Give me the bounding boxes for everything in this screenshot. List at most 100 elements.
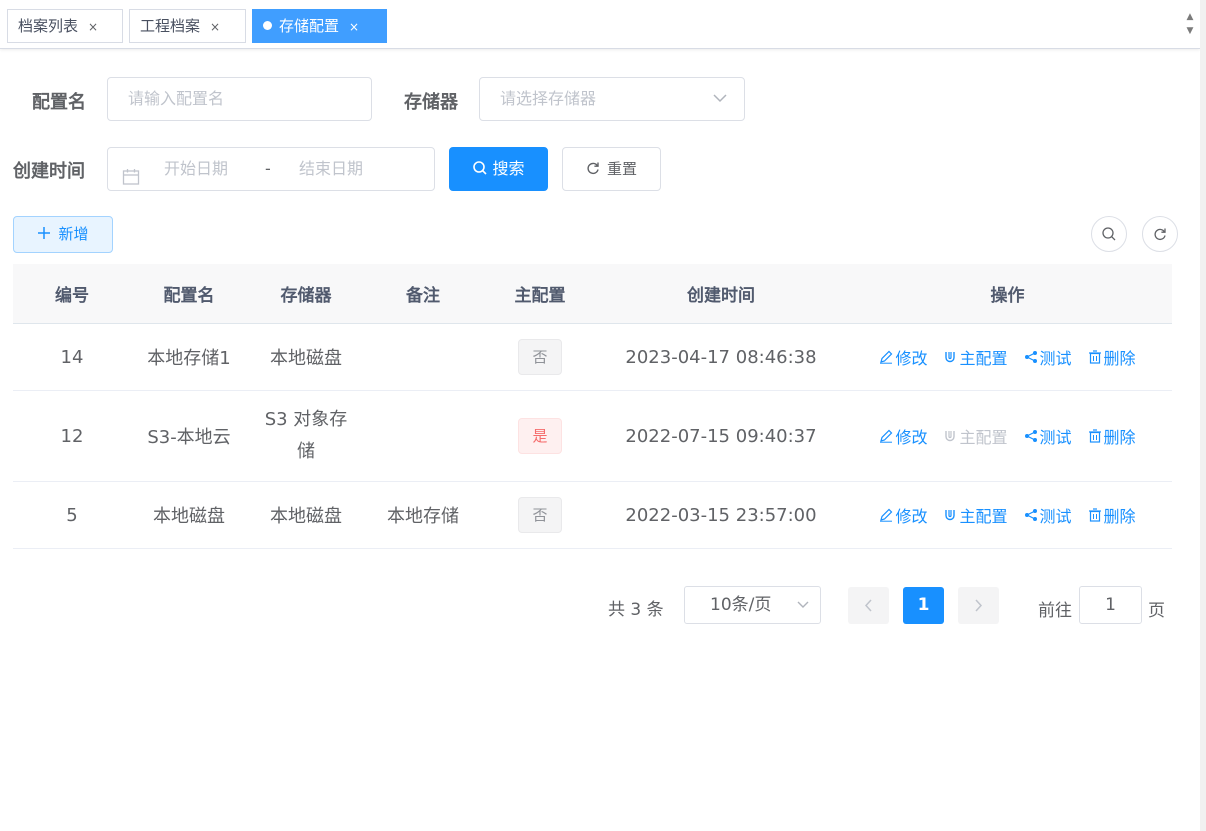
cell-actions: 修改 主配置 测试 删除 — [843, 503, 1172, 527]
set-master-button[interactable]: 主配置 — [943, 345, 1008, 369]
cell-storage: S3 对象存储 — [264, 409, 348, 462]
share-icon — [1024, 430, 1037, 442]
delete-label: 删除 — [1103, 507, 1136, 526]
magnet-icon — [945, 510, 956, 521]
range-separator: - — [265, 159, 271, 178]
edit-label: 修改 — [895, 507, 928, 526]
calendar-icon — [122, 160, 140, 202]
column-header: 主配置 — [514, 286, 566, 306]
cell-created: 2023-04-17 08:46:38 — [625, 346, 817, 368]
storage-config-table: 编号 配置名 存储器 备注 主配置 创建时间 操作 14 本地存储1 本地磁盘 … — [13, 264, 1172, 549]
edit-icon — [880, 429, 893, 443]
cell-id: 5 — [66, 504, 78, 526]
cell-name: 本地磁盘 — [153, 506, 225, 527]
column-header: 编号 — [55, 286, 89, 306]
cell-actions: 修改 主配置 测试 删除 — [843, 345, 1172, 369]
prev-page-button[interactable] — [848, 587, 889, 624]
test-button[interactable]: 测试 — [1024, 424, 1072, 448]
share-icon — [1024, 351, 1037, 363]
start-date-input[interactable]: 开始日期 — [164, 148, 228, 190]
active-dot-icon — [263, 21, 272, 30]
storage-label: 存储器 — [404, 92, 458, 113]
cell-created: 2022-03-15 23:57:00 — [625, 504, 817, 526]
tab-project-archive[interactable]: 工程档案 × — [129, 9, 246, 43]
test-label: 测试 — [1039, 507, 1072, 526]
search-button-label: 搜索 — [492, 159, 525, 178]
cell-actions: 修改 主配置 测试 删除 — [843, 424, 1172, 448]
edit-label: 修改 — [895, 428, 928, 447]
page-unit-label: 页 — [1148, 601, 1165, 621]
search-button[interactable]: 搜索 — [449, 147, 548, 191]
edit-button[interactable]: 修改 — [879, 503, 927, 527]
cell-id: 12 — [60, 425, 84, 447]
test-button[interactable]: 测试 — [1024, 345, 1072, 369]
set-master-button[interactable]: 主配置 — [943, 503, 1008, 527]
tab-archive-list[interactable]: 档案列表 × — [7, 9, 123, 43]
tab-label: 档案列表 — [18, 17, 79, 35]
set-master-label: 主配置 — [959, 349, 1008, 368]
scroll-down-icon[interactable]: ▼ — [1183, 24, 1197, 38]
status-badge: 否 — [518, 339, 562, 375]
chevron-down-icon — [712, 78, 728, 138]
edit-icon — [880, 508, 893, 522]
tab-scroll-arrows[interactable]: ▲ ▼ — [1183, 10, 1197, 38]
delete-button[interactable]: 删除 — [1088, 345, 1136, 369]
pagination-total: 共 3 条 — [608, 600, 664, 620]
created-time-label: 创建时间 — [13, 161, 85, 182]
delete-button[interactable]: 删除 — [1088, 503, 1136, 527]
add-button-label: 新增 — [58, 225, 89, 243]
edit-label: 修改 — [895, 349, 928, 368]
edit-icon — [880, 350, 893, 364]
cell-storage: 本地磁盘 — [270, 506, 342, 527]
set-master-label: 主配置 — [959, 507, 1008, 526]
end-date-input[interactable]: 结束日期 — [299, 148, 363, 190]
edit-button[interactable]: 修改 — [879, 424, 927, 448]
tab-label: 存储配置 — [279, 17, 340, 35]
close-icon[interactable]: × — [210, 20, 220, 34]
table-row: 5 本地磁盘 本地磁盘 本地存储 否 2022-03-15 23:57:00 修… — [13, 482, 1172, 549]
storage-placeholder: 请选择存储器 — [500, 89, 597, 108]
delete-button[interactable]: 删除 — [1088, 424, 1136, 448]
set-master-label: 主配置 — [959, 428, 1008, 447]
test-button[interactable]: 测试 — [1024, 503, 1072, 527]
column-header: 创建时间 — [687, 286, 755, 306]
delete-label: 删除 — [1103, 428, 1136, 447]
next-page-button[interactable] — [958, 587, 999, 624]
date-range-picker[interactable]: 开始日期 - 结束日期 — [107, 147, 435, 191]
search-icon — [1102, 227, 1116, 241]
add-button[interactable]: 新增 — [13, 216, 113, 253]
trash-icon — [1088, 350, 1101, 364]
refresh-icon — [1154, 228, 1166, 241]
chevron-left-icon — [864, 599, 872, 612]
magnet-icon — [945, 352, 956, 363]
column-header: 配置名 — [163, 286, 215, 306]
cell-master: 否 — [481, 339, 599, 375]
storage-select[interactable]: 请选择存储器 — [479, 77, 745, 121]
set-master-button: 主配置 — [943, 424, 1008, 448]
page-size-select[interactable]: 10条/页 — [684, 586, 821, 624]
chevron-down-icon — [796, 587, 810, 636]
goto-page-input[interactable]: 1 — [1079, 586, 1142, 624]
refresh-button[interactable] — [1142, 216, 1178, 252]
config-name-placeholder: 请输入配置名 — [128, 89, 225, 108]
config-name-input[interactable]: 请输入配置名 — [107, 77, 372, 121]
config-name-label: 配置名 — [32, 92, 86, 113]
close-icon[interactable]: × — [349, 20, 359, 34]
close-icon[interactable]: × — [88, 20, 98, 34]
page-scrollbar[interactable] — [1200, 0, 1206, 831]
cell-remark: 本地存储 — [387, 506, 459, 527]
search-icon — [472, 159, 492, 178]
reset-button[interactable]: 重置 — [562, 147, 661, 191]
page-number-current[interactable]: 1 — [903, 587, 944, 624]
tab-storage-config[interactable]: 存储配置 × — [252, 9, 387, 43]
tab-label: 工程档案 — [140, 17, 201, 35]
reset-button-label: 重置 — [606, 160, 637, 178]
cell-id: 14 — [60, 346, 84, 368]
page-size-value: 10条/页 — [710, 595, 772, 615]
toggle-search-button[interactable] — [1091, 216, 1127, 252]
edit-button[interactable]: 修改 — [879, 345, 927, 369]
cell-storage: 本地磁盘 — [270, 348, 342, 369]
column-header: 备注 — [406, 286, 440, 306]
scroll-up-icon[interactable]: ▲ — [1183, 10, 1197, 24]
cell-name: 本地存储1 — [147, 348, 231, 369]
